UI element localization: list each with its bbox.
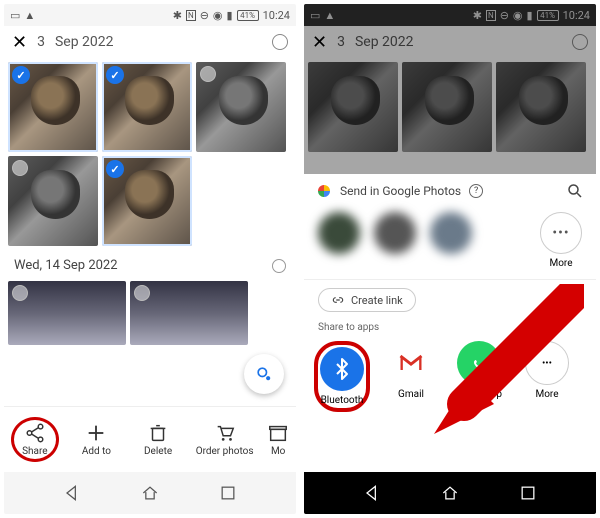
bluetooth-icon: ✱ xyxy=(173,9,182,22)
share-button[interactable]: Share xyxy=(11,417,59,462)
check-icon xyxy=(106,66,124,84)
gmail-app[interactable]: Gmail xyxy=(384,341,438,400)
status-bar: ▭ ▲ ✱ N ⊖ ◉ ▮ 41% 10:24 xyxy=(4,4,296,26)
nfc-icon: N xyxy=(186,10,196,21)
nav-bar xyxy=(304,472,596,514)
add-label: Add to xyxy=(82,446,111,457)
bluetooth-label: Bluetooth xyxy=(321,395,364,406)
back-icon[interactable] xyxy=(362,483,382,503)
more-apps-label: More xyxy=(535,389,558,400)
dnd-icon: ⊖ xyxy=(200,9,209,22)
photo-thumb[interactable] xyxy=(8,62,98,152)
whatsapp-app[interactable]: WhatsApp xyxy=(452,341,506,400)
modal-scrim[interactable] xyxy=(304,4,596,174)
check-icon xyxy=(12,66,30,84)
share-sheet-title: Send in Google Photos xyxy=(340,184,461,198)
google-photos-icon xyxy=(316,183,332,199)
nav-bar xyxy=(4,472,296,514)
unchecked-icon xyxy=(12,285,28,301)
add-to-button[interactable]: Add to xyxy=(72,422,120,457)
help-icon[interactable]: ? xyxy=(469,184,483,198)
contact-avatar[interactable] xyxy=(430,212,472,254)
share-sheet: Send in Google Photos ? ••• More Create xyxy=(304,174,596,472)
share-apps-row: Bluetooth Gmail WhatsApp ••• More xyxy=(304,337,596,416)
create-link-button[interactable]: Create link xyxy=(318,288,416,312)
check-icon xyxy=(106,160,124,178)
lens-fab[interactable] xyxy=(244,354,284,394)
order-label: Order photos xyxy=(196,446,254,457)
home-icon[interactable] xyxy=(140,483,160,503)
share-sheet-header: Send in Google Photos ? xyxy=(304,174,596,208)
contact-avatar[interactable] xyxy=(318,212,360,254)
close-icon[interactable]: ✕ xyxy=(12,32,27,53)
contacts-row: ••• More xyxy=(304,208,596,277)
lens-icon xyxy=(254,364,274,384)
select-day-circle[interactable] xyxy=(272,259,286,273)
picture-icon: ▭ xyxy=(10,9,20,22)
selection-count: 3 xyxy=(37,34,45,50)
order-button[interactable]: Order photos xyxy=(196,422,254,457)
more-label: Mo xyxy=(271,446,285,457)
signal-icon: ▮ xyxy=(227,9,233,22)
clock: 10:24 xyxy=(263,9,290,22)
photo-thumb[interactable] xyxy=(102,62,192,152)
delete-button[interactable]: Delete xyxy=(134,422,182,457)
search-icon[interactable] xyxy=(566,182,584,200)
phone-left: ▭ ▲ ✱ N ⊖ ◉ ▮ 41% 10:24 ✕ 3 Sep 2022 xyxy=(4,4,296,514)
unchecked-icon xyxy=(134,285,150,301)
selection-date: Sep 2022 xyxy=(55,34,114,50)
selection-header: ✕ 3 Sep 2022 xyxy=(4,26,296,58)
gmail-label: Gmail xyxy=(398,389,424,400)
share-label: Share xyxy=(22,446,47,457)
select-all-circle[interactable] xyxy=(272,34,288,50)
share-icon xyxy=(24,422,46,444)
date-label: Wed, 14 Sep 2022 xyxy=(14,258,118,273)
more-label: More xyxy=(549,258,572,269)
whatsapp-label: WhatsApp xyxy=(456,389,502,400)
more-button[interactable]: Mo xyxy=(267,422,289,457)
back-icon[interactable] xyxy=(62,483,82,503)
wifi-icon: ◉ xyxy=(213,9,223,22)
more-icon: ••• xyxy=(525,341,569,385)
plus-icon xyxy=(85,422,107,444)
gmail-app-icon xyxy=(389,341,433,385)
delete-label: Delete xyxy=(144,446,172,457)
photo-thumb[interactable] xyxy=(8,156,98,246)
photo-grid xyxy=(4,58,296,250)
create-link-label: Create link xyxy=(351,294,403,307)
unchecked-icon xyxy=(200,66,216,82)
archive-icon xyxy=(267,422,289,444)
phone-right: ▭ ▲ ✱ N ⊖ ◉ ▮ 41% 10:24 ✕ 3 Sep 2022 xyxy=(304,4,596,514)
trash-icon xyxy=(147,422,169,444)
battery-icon: 41% xyxy=(237,10,259,21)
share-apps-heading: Share to apps xyxy=(304,318,596,337)
recents-icon[interactable] xyxy=(218,483,238,503)
more-contacts[interactable]: ••• More xyxy=(540,212,582,269)
cart-icon xyxy=(214,422,236,444)
more-icon: ••• xyxy=(540,212,582,254)
unchecked-icon xyxy=(12,160,28,176)
photo-thumb[interactable] xyxy=(8,281,126,345)
photo-row xyxy=(4,281,296,345)
photo-thumb[interactable] xyxy=(196,62,286,152)
contact-avatar[interactable] xyxy=(374,212,416,254)
more-apps[interactable]: ••• More xyxy=(520,341,574,400)
bluetooth-app[interactable]: Bluetooth xyxy=(314,341,370,412)
photo-thumb[interactable] xyxy=(130,281,248,345)
recents-icon[interactable] xyxy=(518,483,538,503)
home-icon[interactable] xyxy=(440,483,460,503)
date-section-header: Wed, 14 Sep 2022 xyxy=(4,250,296,281)
bluetooth-app-icon xyxy=(320,347,364,391)
photo-thumb[interactable] xyxy=(102,156,192,246)
action-bar: Share Add to Delete Order photos Mo xyxy=(4,406,296,472)
link-icon xyxy=(331,293,345,307)
whatsapp-app-icon xyxy=(457,341,501,385)
warning-icon: ▲ xyxy=(24,9,35,22)
